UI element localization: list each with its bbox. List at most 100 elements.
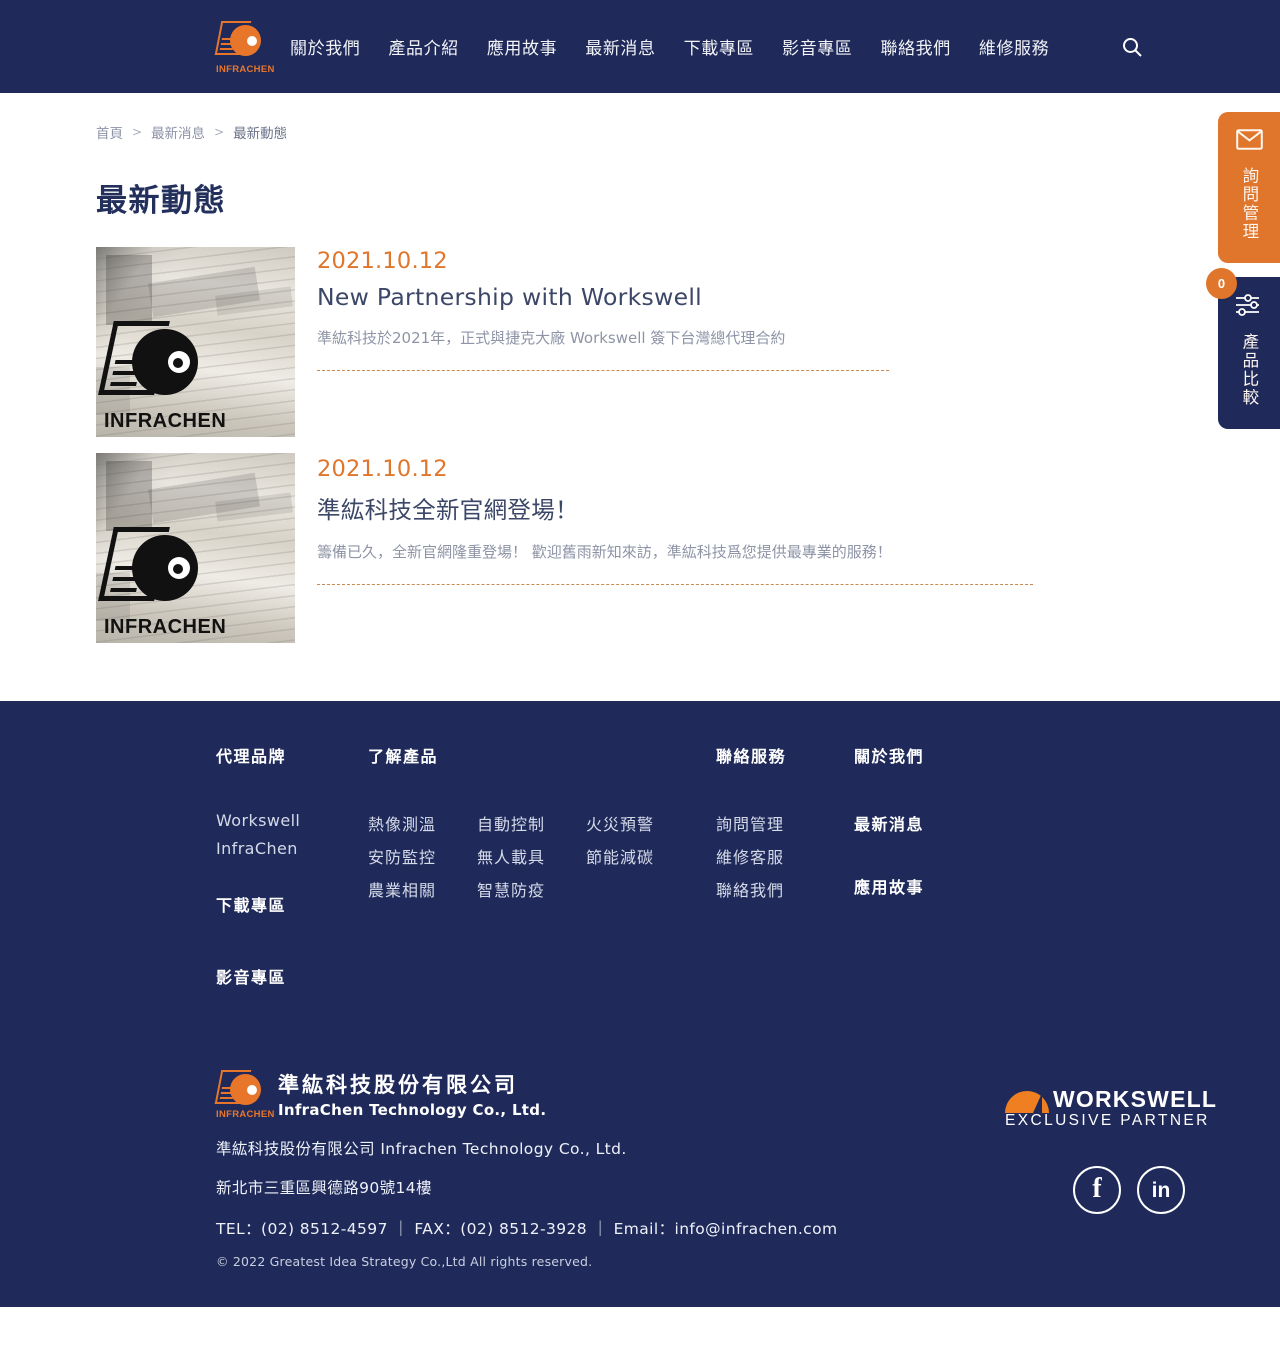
footer-columns: 代理品牌 Workswell InfraChen 下載專區 影音專區 了解產品 …: [216, 743, 1220, 988]
news-title[interactable]: 準紘科技全新官網登場！: [317, 491, 1280, 525]
floating-side-widgets: 詢問管理 0 產品比較: [1206, 112, 1280, 429]
footer-link-drones[interactable]: 無人載具: [477, 844, 586, 868]
news-list: INFRACHEN 2021.10.12 New Partnership wit…: [96, 247, 1280, 643]
logo-circle-icon: [230, 24, 261, 56]
facebook-glyph: f: [1092, 1172, 1102, 1204]
facebook-icon[interactable]: f: [1073, 1166, 1121, 1214]
footer-link-epidemic[interactable]: 智慧防疫: [477, 877, 586, 901]
news-body: 2021.10.12 New Partnership with Workswel…: [295, 247, 1280, 371]
nav-item-media[interactable]: 影音專區: [782, 34, 852, 59]
company-name-en: InfraChen Technology Co., Ltd.: [278, 1101, 547, 1119]
main-content: 首頁 > 最新消息 > 最新動態 最新動態 INFRACHEN 2021.10.…: [0, 93, 1280, 701]
breadcrumb: 首頁 > 最新消息 > 最新動態: [96, 93, 1280, 142]
footer-link-repair-service[interactable]: 維修客服: [716, 844, 854, 868]
footer-product-col-3: 火災預警 節能減碳: [586, 811, 695, 910]
footer-link-workswell[interactable]: Workswell: [216, 811, 368, 830]
company-full-name: 準紘科技股份有限公司 Infrachen Technology Co., Ltd…: [216, 1140, 627, 1158]
footer-heading-products[interactable]: 了解產品: [368, 743, 716, 767]
news-description: 籌備已久，全新官網隆重登場！ 歡迎舊雨新知來訪，準紘科技爲您提供最專業的服務！: [317, 543, 892, 561]
inquiry-management-widget[interactable]: 詢問管理: [1218, 112, 1280, 263]
compare-count-badge: 0: [1206, 268, 1237, 299]
watermark-wordmark: INFRACHEN: [104, 410, 227, 432]
footer-heading-applications[interactable]: 應用故事: [854, 874, 1004, 898]
news-date: 2021.10.12: [317, 456, 448, 482]
list-item: INFRACHEN 2021.10.12 New Partnership wit…: [96, 247, 1280, 437]
news-thumbnail[interactable]: INFRACHEN: [96, 247, 295, 437]
footer-logo-text: 準紘科技股份有限公司 InfraChen Technology Co., Ltd…: [278, 1069, 546, 1119]
breadcrumb-item-news[interactable]: 最新消息: [151, 122, 205, 142]
footer-columns-wrap: 代理品牌 Workswell InfraChen 下載專區 影音專區 了解產品 …: [0, 743, 1280, 988]
linkedin-glyph: in: [1151, 1178, 1171, 1202]
news-title[interactable]: New Partnership with Workswell: [317, 283, 1280, 311]
footer-product-grid: 熱像測溫 安防監控 農業相關 自動控制 無人載具 智慧防疫 火災預警 節能減碳: [368, 811, 716, 910]
watermark-circle-icon: [132, 535, 198, 601]
footer-link-security[interactable]: 安防監控: [368, 844, 477, 868]
news-description: 準紘科技於2021年，正式與捷克大廠 Workswell 簽下台灣總代理合約: [317, 329, 786, 347]
nav-item-downloads[interactable]: 下載專區: [684, 34, 754, 59]
breadcrumb-item-home[interactable]: 首頁: [96, 122, 123, 142]
footer-link-energy-saving[interactable]: 節能減碳: [586, 844, 695, 868]
nav-item-news[interactable]: 最新消息: [585, 34, 655, 59]
breadcrumb-item-current: 最新動態: [233, 126, 288, 142]
product-compare-widget[interactable]: 0 產品比較: [1206, 268, 1280, 429]
watermark-wordmark: INFRACHEN: [104, 616, 227, 638]
footer-link-thermal[interactable]: 熱像測溫: [368, 811, 477, 835]
main-nav: 關於我們 產品介紹 應用故事 最新消息 下載專區 影音專區 聯絡我們 維修服務: [290, 30, 1149, 64]
footer-heading-about[interactable]: 關於我們: [854, 743, 1004, 767]
nav-item-products[interactable]: 產品介紹: [388, 34, 458, 59]
copyright: © 2022 Greatest Idea Strategy Co.,Ltd Al…: [216, 1254, 593, 1269]
divider: [317, 583, 1033, 585]
footer-column-service: 聯絡服務 詢問管理 維修客服 聯絡我們: [716, 743, 854, 910]
footer-logo-mark: INFRACHEN: [214, 1068, 274, 1120]
company-address: 新北市三重區興德路90號14樓: [216, 1179, 432, 1197]
footer-bottom: INFRACHEN 準紘科技股份有限公司 InfraChen Technolog…: [0, 1068, 1280, 1307]
product-compare-label: 產品比較: [1239, 333, 1259, 407]
logo-circle-icon: [230, 1074, 261, 1105]
footer-heading-media[interactable]: 影音專區: [216, 964, 368, 988]
sliders-icon: [1235, 294, 1263, 321]
footer-link-automation[interactable]: 自動控制: [477, 811, 586, 835]
footer-link-agriculture[interactable]: 農業相關: [368, 877, 477, 901]
footer-column-about: 關於我們 最新消息 應用故事: [854, 743, 1004, 898]
site-header: INFRACHEN 關於我們 產品介紹 應用故事 最新消息 下載專區 影音專區 …: [0, 0, 1280, 93]
site-footer: 代理品牌 Workswell InfraChen 下載專區 影音專區 了解產品 …: [0, 701, 1280, 1307]
footer-link-infrachen[interactable]: InfraChen: [216, 839, 368, 858]
nav-item-applications[interactable]: 應用故事: [487, 34, 557, 59]
search-icon[interactable]: [1115, 30, 1149, 64]
workswell-wordmark: WORKSWELL: [1053, 1086, 1218, 1112]
logo-wordmark: INFRACHEN: [216, 1109, 275, 1120]
news-thumbnail[interactable]: INFRACHEN: [96, 453, 295, 643]
footer-logo: INFRACHEN 準紘科技股份有限公司 InfraChen Technolog…: [214, 1068, 1005, 1120]
footer-product-col-2: 自動控制 無人載具 智慧防疫: [477, 811, 586, 910]
footer-heading-downloads[interactable]: 下載專區: [216, 892, 368, 916]
watermark-logo: INFRACHEN: [98, 307, 234, 433]
inquiry-management-label: 詢問管理: [1239, 167, 1259, 241]
watermark-circle-icon: [132, 329, 198, 395]
nav-item-contact[interactable]: 聯絡我們: [880, 34, 950, 59]
footer-link-contact-us[interactable]: 聯絡我們: [716, 877, 854, 901]
footer-heading-brands[interactable]: 代理品牌: [216, 743, 368, 767]
footer-partner-social: WORKSWELL EXCLUSIVE PARTNER f in: [1005, 1068, 1220, 1214]
footer-link-fire-alarm[interactable]: 火災預警: [586, 811, 695, 835]
nav-item-about[interactable]: 關於我們: [290, 34, 360, 59]
site-logo[interactable]: INFRACHEN: [214, 19, 274, 75]
watermark-logo: INFRACHEN: [98, 513, 234, 639]
mail-icon: [1235, 129, 1263, 155]
company-contact: TEL：(02) 8512-4597 ｜ FAX：(02) 8512-3928 …: [216, 1220, 838, 1238]
company-name-cn: 準紘科技股份有限公司: [278, 1073, 518, 1097]
footer-column-brands: 代理品牌 Workswell InfraChen 下載專區 影音專區: [216, 743, 368, 988]
list-item: INFRACHEN 2021.10.12 準紘科技全新官網登場！ 籌備已久，全新…: [96, 453, 1280, 643]
news-body: 2021.10.12 準紘科技全新官網登場！ 籌備已久，全新官網隆重登場！ 歡迎…: [295, 453, 1280, 585]
news-date: 2021.10.12: [317, 248, 448, 274]
workswell-subtitle: EXCLUSIVE PARTNER: [1005, 1112, 1210, 1129]
linkedin-icon[interactable]: in: [1137, 1166, 1185, 1214]
footer-heading-service[interactable]: 聯絡服務: [716, 743, 854, 767]
breadcrumb-separator: >: [132, 125, 143, 139]
footer-link-inquiry[interactable]: 詢問管理: [716, 811, 854, 835]
footer-column-products: 了解產品 熱像測溫 安防監控 農業相關 自動控制 無人載具 智慧防疫 火災預警: [368, 743, 716, 910]
logo-wordmark: INFRACHEN: [216, 63, 275, 75]
footer-heading-news[interactable]: 最新消息: [854, 811, 1004, 835]
workswell-logo-row: WORKSWELL: [1005, 1086, 1220, 1113]
nav-item-repair[interactable]: 維修服務: [979, 34, 1049, 59]
